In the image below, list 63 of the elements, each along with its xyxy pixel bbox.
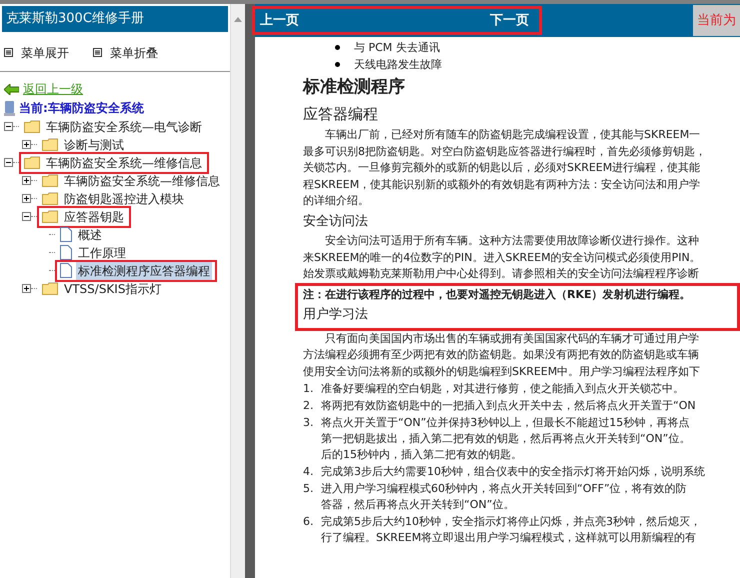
- current-page-label: 当前为: [693, 4, 740, 36]
- previous-page-link[interactable]: 上一页: [260, 10, 299, 30]
- step-number: 6.: [303, 514, 314, 530]
- tree-item[interactable]: 概述: [76, 226, 104, 244]
- current-location: 当前:车辆防盗安全系统: [19, 100, 144, 117]
- list-item: 天线电路发生故障: [354, 57, 442, 73]
- folder-icon: [42, 138, 58, 151]
- list-item: 与 PCM 失去通讯: [354, 40, 440, 56]
- computer-icon: [4, 100, 15, 116]
- folder-icon: [42, 192, 58, 205]
- menu-icon: [93, 48, 102, 57]
- section-heading: 标准检测程序: [303, 76, 406, 99]
- subsection-heading: 安全访问法: [303, 212, 369, 230]
- back-arrow-icon[interactable]: [4, 84, 19, 94]
- bullet-icon: [335, 45, 340, 50]
- tree-item[interactable]: 车辆防盗安全系统—维修信息: [44, 154, 204, 172]
- step-text: 准备好要编程的空白钥匙，对其进行修剪，使之能插入到点火开关锁芯中。: [321, 381, 684, 397]
- expand-icon[interactable]: [22, 140, 31, 149]
- folder-icon: [42, 174, 58, 187]
- collapse-icon[interactable]: [4, 158, 13, 167]
- manual-title: 克莱斯勒300C维修手册: [2, 6, 228, 32]
- folder-icon: [42, 282, 58, 295]
- subsection-heading: 用户学习法: [303, 306, 369, 324]
- document-icon: [60, 263, 72, 278]
- folder-icon: [24, 156, 40, 169]
- paragraph: 车辆出厂前，已经对所有随车的防盗钥匙完成编程设置，使其能与SKREEM一 最多可识别8把防盗钥匙。对空白防盗钥匙应答器进行编程时，首先必须修剪钥匙， 关锁芯内。一旦修剪完额外的或新的钥匙以后，必须对SKREEM进行编程，使其能 程SKREEM，使其能识别新的或额外的有效钥匙有两种方法：安全访问法和用户学 的详细介绍。: [303, 127, 707, 209]
- tree-item[interactable]: 车辆防盗安全系统—电气诊断: [44, 118, 204, 136]
- bullet-icon: [335, 62, 340, 67]
- expand-icon[interactable]: [22, 284, 31, 293]
- menu-icon: [4, 48, 13, 57]
- step-text: 将点火开关置于“ON”位并保持3秒钟以上，但最长不能超过15秒钟，再将点 第一把钥匙拔出，插入第二把有效的钥匙，然后再将点火开关转到“ON”位。 后的15秒钟内，插入第二把有效的钥匙。: [321, 415, 690, 463]
- note-text: 注：在进行该程序的过程中，也要对遥控无钥匙进入（RKE）发射机进行编程。: [303, 286, 692, 302]
- tree-item[interactable]: 诊断与测试: [62, 136, 126, 154]
- tree-item[interactable]: VTSS/SKIS指示灯: [62, 280, 164, 298]
- folder-icon: [42, 210, 58, 223]
- tree-item[interactable]: 车辆防盗安全系统—维修信息: [62, 172, 222, 190]
- document-icon: [60, 227, 72, 242]
- step-number: 2.: [303, 398, 314, 414]
- section-heading: 应答器编程: [303, 104, 379, 124]
- expand-icon[interactable]: [22, 194, 31, 203]
- tree-item[interactable]: 工作原理: [76, 244, 128, 262]
- collapse-icon[interactable]: [4, 122, 13, 131]
- step-text: 完成第5步后大约10秒钟，安全指示灯将停止闪烁，并点亮3秒钟，然后熄灭， 行了编程。SKREEM将立即退出用户学习编程模式，这样就可以用新编程的有: [321, 514, 701, 546]
- expand-icon[interactable]: [22, 176, 31, 185]
- next-page-link[interactable]: 下一页: [490, 10, 529, 30]
- step-number: 5.: [303, 481, 314, 497]
- tree-item[interactable]: 防盗钥匙遥控进入模块: [62, 190, 186, 208]
- paragraph: 安全访问法可适用于所有车辆。这种方法需要使用故障诊断仪进行操作。这种 来SKREEM的唯一的4位数字的PIN。进入SKREEM的安全访问模式必须使用PIN。 始发票或戴姆勒克莱斯勒用户中心处得到。请参照相关的安全访问法编程程序诊断: [303, 233, 702, 282]
- menu-button[interactable]: 菜单展开: [4, 44, 69, 62]
- menu-button[interactable]: 菜单折叠: [93, 44, 158, 62]
- back-link[interactable]: 返回上一级: [23, 80, 83, 98]
- step-text: 将两把有效防盗钥匙中的一把插入到点火开关中去，然后将点火开关置于“ON: [321, 398, 696, 414]
- paragraph: 只有面向美国国内市场出售的车辆或拥有美国国家代码的车辆才可通过用户学 方法编程必须拥有至少两把有效的防盗钥匙。如果没有两把有效的防盗钥匙或车辆 使用安全访问法将新的或额外的钥匙编程到SKREEM中。用户学习编程法程序如下: [303, 330, 702, 380]
- document-icon: [60, 245, 72, 260]
- step-number: 4.: [303, 464, 314, 480]
- step-number: 1.: [303, 381, 314, 397]
- collapse-icon[interactable]: [22, 212, 31, 221]
- step-text: 完成第3步后大约需要10秒钟，组合仪表中的安全指示灯将开始闪烁，说明系统: [321, 464, 705, 480]
- step-text: 进入用户学习编程模式60秒钟内，将点火开关转回到“OFF”位，将有效的防 答器，然后再将点火开关转到“ON”位。: [321, 481, 687, 513]
- step-number: 3.: [303, 415, 314, 431]
- folder-icon: [24, 120, 40, 133]
- tree-item[interactable]: 标准检测程序应答器编程: [76, 262, 212, 280]
- tree-item[interactable]: 应答器钥匙: [62, 208, 126, 226]
